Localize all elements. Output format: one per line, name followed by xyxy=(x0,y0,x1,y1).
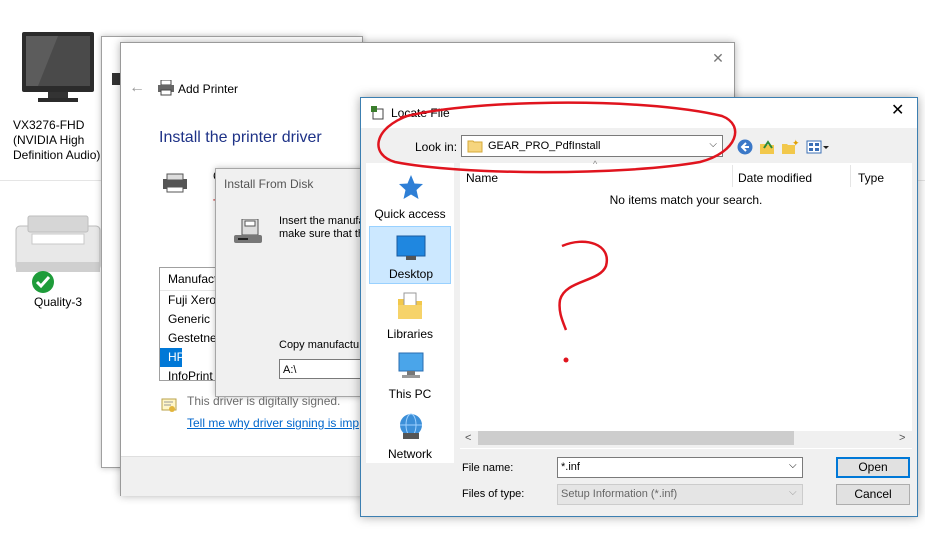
annotation-circle xyxy=(377,101,737,174)
annotation-overlay xyxy=(377,101,737,363)
annotation-question-mark xyxy=(558,240,609,331)
annotation-dot xyxy=(563,357,569,363)
